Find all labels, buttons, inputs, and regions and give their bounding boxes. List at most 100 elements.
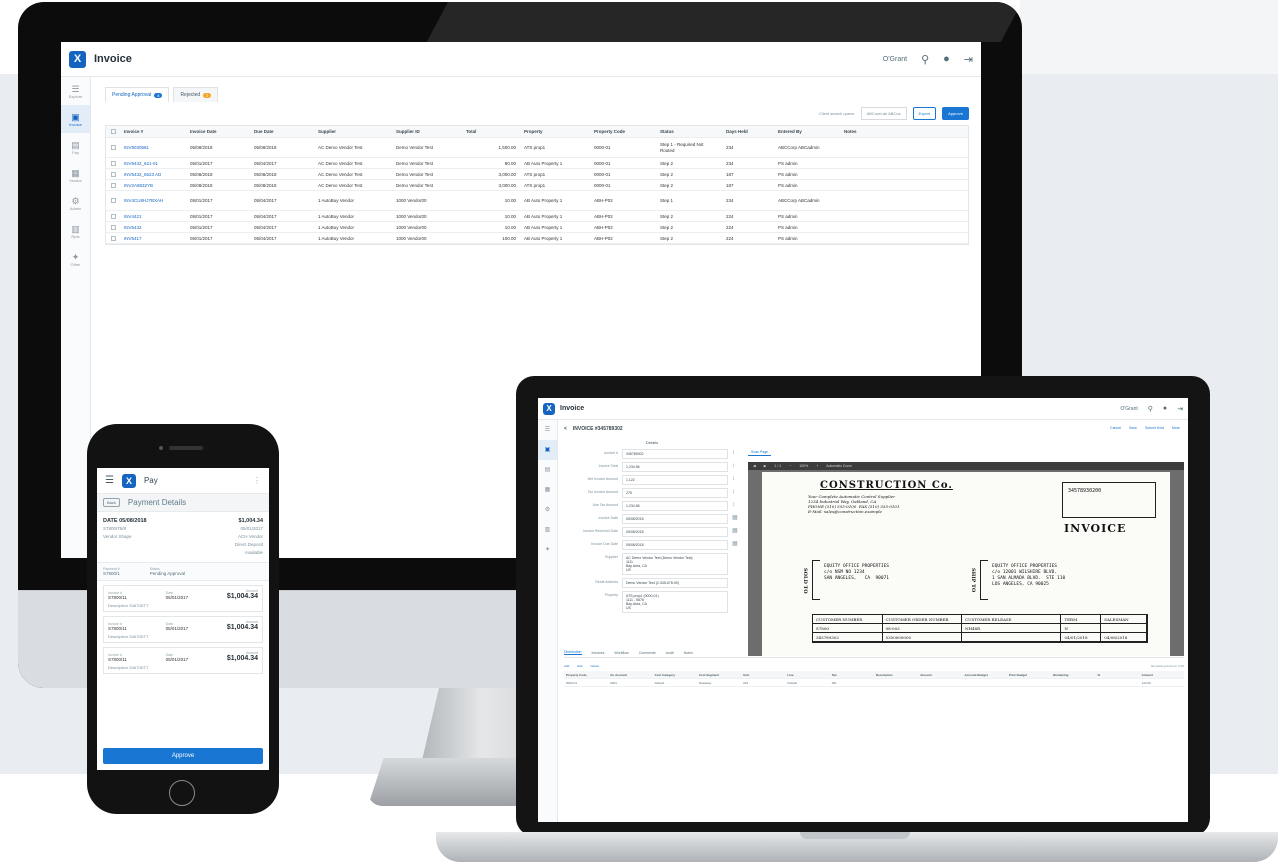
row-checkbox[interactable]	[106, 171, 120, 177]
calendar-icon[interactable]: ▦	[732, 514, 740, 523]
column-header[interactable]: Tax	[830, 673, 874, 677]
column-header[interactable]: Entered By	[774, 129, 840, 134]
queue-select[interactable]: ABCoreLab ABCus	[860, 107, 907, 120]
column-header[interactable]: Cost Category	[653, 673, 697, 677]
user-name[interactable]: O'Grant	[883, 56, 907, 63]
table-row[interactable]: INV9030581 05/08/2018 05/08/2018 AC Demo Ve…	[106, 138, 968, 158]
back-button[interactable]: Back	[103, 498, 120, 507]
row-checkbox[interactable]	[106, 235, 120, 241]
calendar-icon[interactable]: ▦	[732, 540, 740, 549]
sidebar-item-pay[interactable]: ▤	[538, 460, 557, 480]
table-row[interactable]: INV9432_621-01 05/01/2017 05/04/2017 AC Dem…	[106, 158, 968, 169]
column-header[interactable]: Unit	[741, 673, 785, 677]
action-save-button[interactable]: Save	[1129, 426, 1137, 430]
stepper-icon[interactable]: ↕	[732, 462, 740, 471]
field-value[interactable]: 05/08/2018	[622, 540, 728, 550]
action-submit-hold-button[interactable]: Submit Hold	[1145, 426, 1164, 430]
invoice-link[interactable]: INV9030581	[120, 145, 186, 151]
row-checkbox[interactable]	[106, 198, 120, 203]
field-value[interactable]: 275	[622, 488, 728, 498]
checkbox[interactable]	[110, 145, 116, 150]
column-header[interactable]: Remaining	[1051, 673, 1095, 677]
approve-button[interactable]: Approve	[103, 748, 263, 764]
column-header[interactable]: Days Held	[722, 129, 774, 134]
column-header[interactable]: Supplier ID	[392, 129, 462, 134]
more-icon[interactable]: ⋮	[253, 476, 261, 485]
column-header[interactable]: Description	[874, 673, 918, 677]
invoice-link[interactable]: INV5432	[120, 225, 186, 230]
next-page-icon[interactable]: ▶	[764, 464, 767, 468]
tab-workflow[interactable]: Workflow	[614, 651, 628, 655]
select-all-checkbox[interactable]	[106, 129, 120, 134]
table-row[interactable]: INV5417 05/01/2017 05/04/2017 1 AutoBuy Ven…	[106, 233, 968, 244]
sidebar-item-other[interactable]: ✦	[538, 540, 557, 560]
checkbox[interactable]	[110, 129, 116, 134]
tab-notes[interactable]: Notes	[684, 651, 693, 655]
list-item[interactable]: Invoice # S7800/11 Date 05/01/2017 Amount $1,…	[103, 585, 263, 612]
invoice-link[interactable]: INV5417	[120, 236, 186, 241]
checkbox[interactable]	[110, 198, 116, 203]
invoice-link[interactable]: INV9432_621-01	[120, 161, 186, 166]
tab-invoices[interactable]: Invoices	[592, 651, 605, 655]
table-row[interactable]: INV2A8832YB 05/08/2018 05/08/2018 AC Demo V…	[106, 180, 968, 191]
page-indicator[interactable]: 1 / 1	[774, 464, 781, 468]
checkbox[interactable]	[110, 182, 116, 188]
home-button[interactable]	[169, 780, 195, 806]
row-checkbox[interactable]	[106, 160, 120, 166]
invoice-link[interactable]: INV4CU8HJ7BXAH	[120, 198, 186, 204]
list-item[interactable]: Invoice # S7800/11 Date 05/01/2017 Amount $1,…	[103, 616, 263, 643]
bell-icon[interactable]: ●	[1163, 405, 1167, 412]
invoice-link[interactable]: INV2A8832YB	[120, 183, 186, 188]
field-value[interactable]: AC Demo Vendor Test (Demo Vendor Test) 1…	[622, 553, 728, 575]
field-value[interactable]: 1,122	[622, 475, 728, 485]
column-header[interactable]: GL Account	[608, 673, 652, 677]
column-header[interactable]: Total	[462, 129, 520, 134]
column-header[interactable]: Amount	[1140, 673, 1184, 677]
field-value[interactable]: 05/08/2018	[622, 514, 728, 524]
checkbox[interactable]	[110, 171, 116, 177]
sidebar-item-reports[interactable]: ▥	[538, 520, 557, 540]
table-row[interactable]: INV4CU8HJ7BXAH 05/01/2017 05/04/2017 1 Auto…	[106, 191, 968, 211]
column-header[interactable]: Line	[785, 673, 829, 677]
tab-rejected[interactable]: Rejected 2	[173, 87, 219, 102]
calendar-icon[interactable]: ▦	[732, 527, 740, 536]
search-icon[interactable]: ⚲	[1148, 405, 1153, 413]
tab-audit[interactable]: Audit	[666, 651, 674, 655]
user-name[interactable]: O'Grant	[1120, 406, 1137, 412]
logout-icon[interactable]: ⇥	[964, 53, 973, 66]
table-row[interactable]: INV5432 05/01/2017 05/04/2017 1 AutoBuy Ven…	[106, 222, 968, 233]
app-logo-icon[interactable]: X	[543, 402, 555, 415]
search-icon[interactable]: ⚲	[921, 53, 929, 66]
tab-distribution[interactable]: Distribution	[564, 650, 582, 655]
zoom-level[interactable]: 100%	[799, 464, 808, 468]
column-header[interactable]: Cost Segment	[697, 673, 741, 677]
checkbox[interactable]	[110, 235, 116, 241]
checkbox[interactable]	[110, 224, 116, 230]
sidebar-item-invoice[interactable]: ▣	[538, 440, 557, 460]
sidebar-item-admin[interactable]: ⚙	[538, 500, 557, 520]
column-header[interactable]: Notes	[840, 129, 906, 134]
zoom-in-icon[interactable]: +	[816, 464, 818, 468]
app-logo-icon[interactable]: X	[69, 50, 86, 68]
row-checkbox[interactable]	[106, 182, 120, 188]
column-header[interactable]: %	[1095, 673, 1139, 677]
sidebar-item-reports[interactable]: ▥ Rpts	[61, 217, 90, 245]
field-value[interactable]: 1,234.56	[622, 462, 728, 472]
field-value[interactable]: 345789302	[622, 449, 728, 459]
column-header[interactable]: Invoice Date	[186, 129, 250, 134]
row-checkbox[interactable]	[106, 224, 120, 230]
delete-button[interactable]: Delete	[591, 664, 600, 668]
column-header[interactable]: Account Budget	[963, 673, 1007, 677]
action-more-button[interactable]: More	[1172, 426, 1180, 430]
column-header[interactable]: Amount	[918, 673, 962, 677]
field-value[interactable]: 1,234.56	[622, 501, 728, 511]
stepper-icon[interactable]: ↕	[732, 488, 740, 497]
invoice-link[interactable]: INV5432_6523 AD	[120, 172, 186, 177]
field-value[interactable]: Demo Vendor Test (2-345-678-90)	[622, 578, 728, 588]
prev-page-icon[interactable]: ◀	[753, 464, 756, 468]
app-logo-icon[interactable]: X	[121, 473, 136, 488]
row-checkbox[interactable]	[106, 145, 120, 150]
logout-icon[interactable]: ⇥	[1177, 405, 1183, 413]
tab-comments[interactable]: Comments	[639, 651, 656, 655]
table-row[interactable]: 0000-01 6001 Default Roadway 001 Default 001 12…	[564, 679, 1184, 687]
